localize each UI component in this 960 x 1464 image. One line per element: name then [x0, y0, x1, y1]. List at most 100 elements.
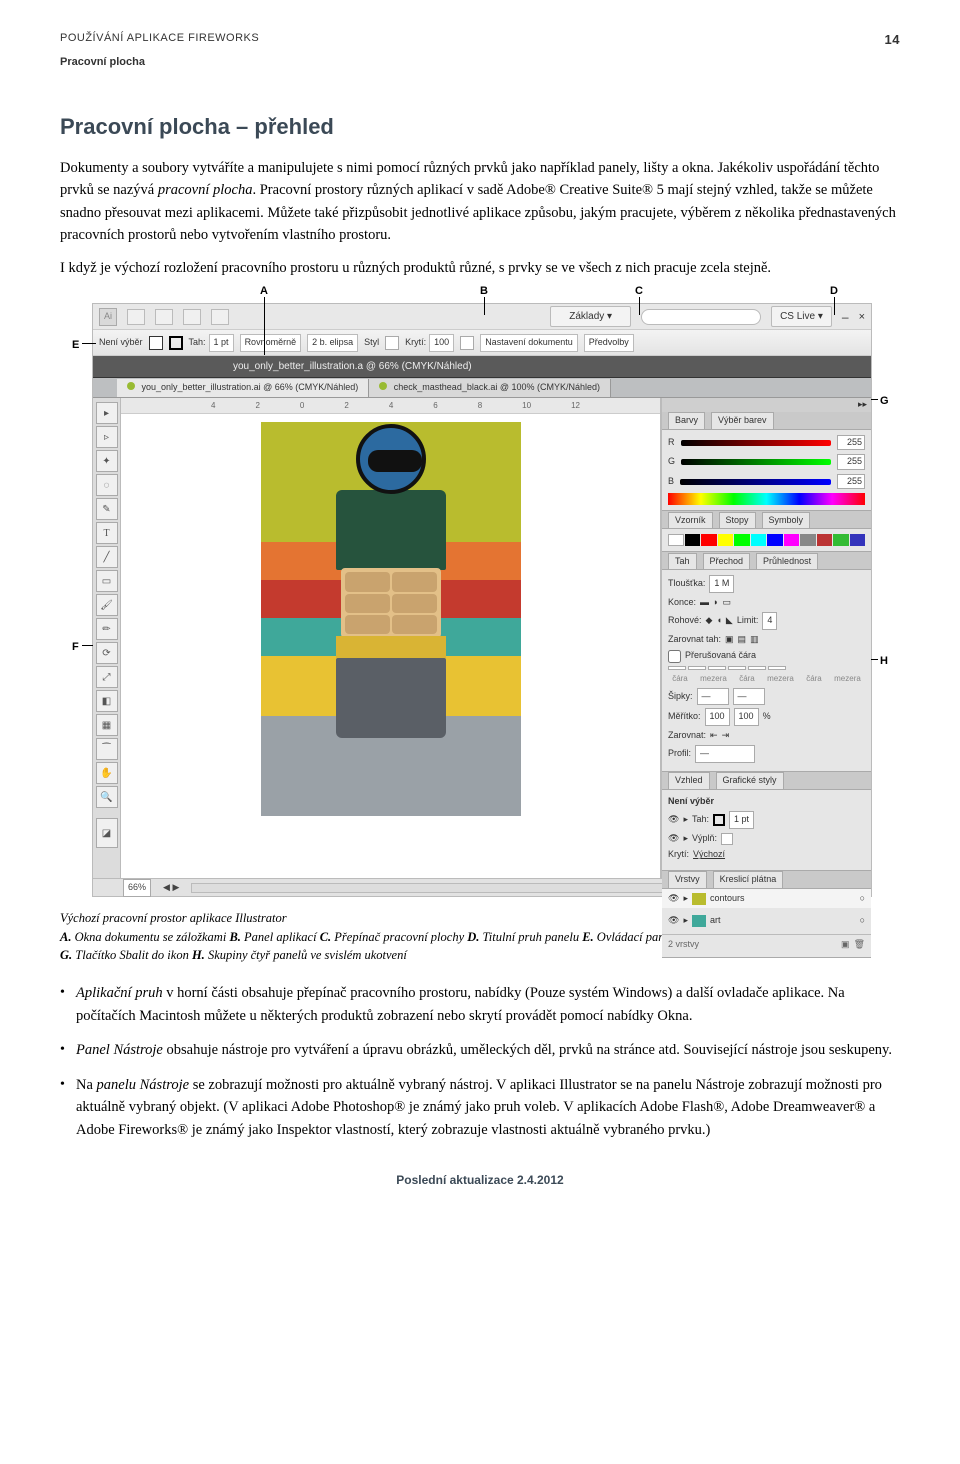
align-outside-icon[interactable]: ▥ [750, 633, 759, 647]
window-close-icon[interactable]: × [859, 309, 865, 326]
tool-pen[interactable]: ✎ [96, 498, 118, 520]
stroke-value[interactable]: 1 pt [209, 334, 234, 352]
g-slider[interactable] [681, 459, 831, 465]
search-field[interactable] [641, 309, 761, 325]
align-dropdown[interactable]: Rovnoměrně [240, 334, 302, 352]
profile-value[interactable]: — [695, 745, 755, 763]
tool-rotate[interactable]: ⟳ [96, 642, 118, 664]
dashed-checkbox[interactable] [668, 650, 681, 663]
arrow-start[interactable]: — [697, 688, 729, 706]
tab-layers[interactable]: Vrstvy [668, 871, 707, 888]
tool-scale[interactable]: ⤢ [96, 666, 118, 688]
limit-value[interactable]: 4 [762, 612, 777, 630]
tab-transparency[interactable]: Průhlednost [756, 553, 818, 570]
layer-1-name[interactable]: contours [710, 892, 745, 906]
opacity-value[interactable]: 100 [429, 334, 454, 352]
preferences-button[interactable]: Předvolby [584, 334, 634, 352]
r-value[interactable]: 255 [837, 435, 865, 451]
cap-proj-icon[interactable]: ▭ [722, 596, 731, 610]
eye-icon[interactable]: 👁 [668, 832, 679, 846]
align-inside-icon[interactable]: ▤ [738, 633, 747, 647]
nav-arrows[interactable]: ◀ ▶ [163, 881, 179, 895]
tool-lasso[interactable]: ◌ [96, 474, 118, 496]
eye-icon[interactable]: 👁 [668, 892, 679, 906]
align2-icon-1[interactable]: ⇤ [710, 729, 718, 743]
swatch[interactable] [784, 534, 800, 546]
doc-tab-1[interactable]: you_only_better_illustration.ai @ 66% (C… [117, 379, 369, 397]
tool-eyedropper[interactable]: ⁀ [96, 738, 118, 760]
swatch[interactable] [668, 534, 684, 546]
brush-dropdown[interactable]: 2 b. elipsa [307, 334, 358, 352]
tool-direct-selection[interactable]: ▹ [96, 426, 118, 448]
tab-stroke[interactable]: Tah [668, 553, 697, 570]
swatch[interactable] [701, 534, 717, 546]
window-minimize-icon[interactable]: – [842, 308, 849, 326]
tab-graphic-styles[interactable]: Grafické styly [716, 772, 784, 789]
tab-appearance[interactable]: Vzhled [668, 772, 710, 789]
scale-1[interactable]: 100 [705, 708, 730, 726]
fill-stroke-control[interactable]: ◪ [96, 818, 118, 848]
tab-color[interactable]: Barvy [668, 412, 705, 429]
dash-2[interactable] [708, 666, 726, 670]
new-layer-icon[interactable]: ▣ [841, 938, 850, 952]
fill-swatch[interactable] [149, 336, 163, 350]
appbar-btn-2[interactable] [155, 309, 173, 325]
swatch[interactable] [800, 534, 816, 546]
style-swatch[interactable] [385, 336, 399, 350]
tool-type[interactable]: T [96, 522, 118, 544]
eye-icon[interactable]: 👁 [668, 813, 679, 827]
blend-swatch[interactable] [460, 336, 474, 350]
dash-3[interactable] [748, 666, 766, 670]
spectrum-bar[interactable] [668, 493, 865, 505]
doc-tab-2[interactable]: check_masthead_black.ai @ 100% (CMYK/Náh… [369, 379, 611, 397]
cap-round-icon[interactable]: ◗ [713, 596, 718, 610]
gap-1[interactable] [688, 666, 706, 670]
stroke-swatch[interactable] [169, 336, 183, 350]
scale-2[interactable]: 100 [734, 708, 759, 726]
join-bevel-icon[interactable]: ◣ [726, 614, 733, 628]
workspace-switcher[interactable]: Základy ▾ [550, 306, 631, 327]
tool-pencil[interactable]: ✏ [96, 618, 118, 640]
app-stroke-swatch[interactable] [713, 814, 725, 826]
tab-color-picker[interactable]: Výběr barev [711, 412, 774, 429]
join-miter-icon[interactable]: ◆ [706, 614, 713, 628]
align2-icon-2[interactable]: ⇥ [722, 729, 730, 743]
cap-butt-icon[interactable]: ▬ [700, 596, 709, 610]
app-opacity-val[interactable]: Výchozí [693, 848, 725, 862]
appbar-btn-3[interactable] [183, 309, 201, 325]
appbar-btn-1[interactable] [127, 309, 145, 325]
tool-rect[interactable]: ▭ [96, 570, 118, 592]
document-canvas[interactable]: 42024681012 [121, 398, 661, 878]
g-value[interactable]: 255 [837, 454, 865, 470]
swatch[interactable] [850, 534, 866, 546]
tool-zoom[interactable]: 🔍 [96, 786, 118, 808]
tab-swatches[interactable]: Vzorník [668, 512, 713, 529]
doc-settings-button[interactable]: Nastavení dokumentu [480, 334, 578, 352]
arrow-end[interactable]: — [733, 688, 765, 706]
tool-selection[interactable]: ▸ [96, 402, 118, 424]
tool-eraser[interactable]: ◧ [96, 690, 118, 712]
align-center-icon[interactable]: ▣ [725, 633, 734, 647]
swatch[interactable] [817, 534, 833, 546]
zoom-value[interactable]: 66% [123, 879, 151, 897]
tool-line[interactable]: ╱ [96, 546, 118, 568]
b-slider[interactable] [680, 479, 831, 485]
gap-2[interactable] [728, 666, 746, 670]
join-round-icon[interactable]: ◖ [716, 614, 721, 628]
collapse-to-icons-button[interactable]: ▸▸ [858, 398, 867, 412]
tool-gradient[interactable]: ▦ [96, 714, 118, 736]
tool-hand[interactable]: ✋ [96, 762, 118, 784]
swatch[interactable] [718, 534, 734, 546]
swatch[interactable] [751, 534, 767, 546]
tab-gradient[interactable]: Přechod [703, 553, 751, 570]
appbar-btn-4[interactable] [211, 309, 229, 325]
dash-1[interactable] [668, 666, 686, 670]
gap-3[interactable] [768, 666, 786, 670]
swatch[interactable] [685, 534, 701, 546]
cs-live-button[interactable]: CS Live ▾ [771, 306, 832, 327]
stroke-weight-value[interactable]: 1 M [709, 575, 734, 593]
app-fill-swatch[interactable] [721, 833, 733, 845]
tool-wand[interactable]: ✦ [96, 450, 118, 472]
tool-brush[interactable]: 🖌 [96, 594, 118, 616]
b-value[interactable]: 255 [837, 474, 865, 490]
